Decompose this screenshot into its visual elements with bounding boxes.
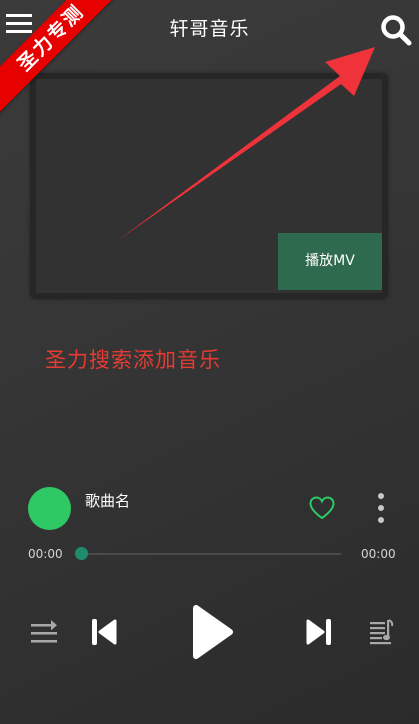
playlist-icon[interactable] (368, 619, 394, 645)
skip-previous-icon[interactable] (90, 617, 118, 647)
more-vertical-icon[interactable] (372, 491, 390, 527)
music-player-screen: 轩哥音乐 圣力专测 播放MV 圣力搜索添加音乐 歌曲名 00:00 00:00 (0, 0, 419, 724)
play-mv-button[interactable]: 播放MV (278, 233, 382, 290)
play-mode-icon[interactable] (30, 620, 58, 646)
annotation-text: 圣力搜索添加音乐 (45, 348, 221, 372)
play-icon[interactable] (190, 603, 234, 661)
total-time: 00:00 (361, 547, 396, 561)
search-icon[interactable] (379, 13, 413, 47)
heart-outline-icon[interactable] (308, 495, 336, 521)
progress-thumb[interactable] (75, 547, 88, 560)
album-cover[interactable] (28, 487, 71, 530)
progress-bar[interactable] (80, 553, 341, 555)
current-time: 00:00 (28, 547, 63, 561)
skip-next-icon[interactable] (305, 617, 333, 647)
song-name: 歌曲名 (85, 492, 131, 510)
